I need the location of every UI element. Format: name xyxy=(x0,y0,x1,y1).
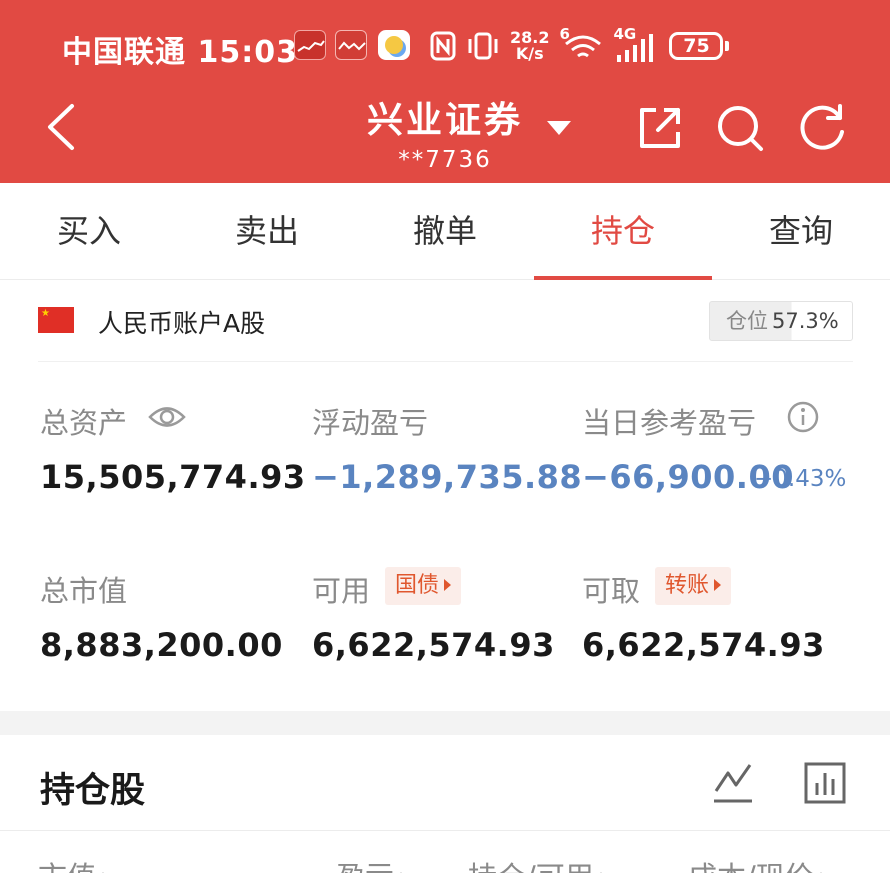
account-label: 人民币账户A股 xyxy=(98,309,266,338)
market-app-icon xyxy=(335,30,367,60)
tab-buy[interactable]: 买入 xyxy=(0,183,178,279)
battery-level: 75 xyxy=(669,32,724,60)
holdings-title: 持仓股 xyxy=(40,771,146,811)
total-assets-label: 总资产 xyxy=(40,406,128,440)
back-button[interactable] xyxy=(40,100,84,154)
col-market-value[interactable]: 市值 xyxy=(38,854,109,873)
search-button[interactable] xyxy=(714,102,766,154)
carrier-time: 中国联通 15:03 xyxy=(62,35,298,70)
trend-chart-button[interactable] xyxy=(710,761,756,805)
tab-query[interactable]: 查询 xyxy=(712,183,890,279)
daily-pl-label: 当日参考盈亏 xyxy=(582,406,757,440)
page-title: 兴业证券 xyxy=(366,100,523,141)
app-header: 中国联通 15:03 28.2 K/s 6 4G 75 兴业证券 **7736 xyxy=(0,0,890,183)
position-ratio-badge: 仓位 57.3% xyxy=(709,301,853,341)
battery-indicator: 75 xyxy=(669,32,730,60)
nav-bar: 兴业证券 **7736 xyxy=(0,88,890,183)
tab-sell[interactable]: 卖出 xyxy=(178,183,356,279)
share-button[interactable] xyxy=(634,102,686,154)
position-value: 57.3% xyxy=(772,309,839,333)
available-value: 6,622,574.93 xyxy=(312,626,555,664)
daily-pl-percent: −0.43% xyxy=(754,466,847,492)
treasury-bond-button[interactable]: 国债 xyxy=(385,567,462,605)
cellular-icon: 4G xyxy=(613,25,659,63)
tab-cancel[interactable]: 撤单 xyxy=(356,183,534,279)
position-label: 仓位 xyxy=(726,309,768,333)
total-assets-value: 15,505,774.93 xyxy=(40,458,306,496)
holdings-header: 持仓股 xyxy=(0,735,890,831)
wifi-icon: 6 xyxy=(559,25,603,63)
account-row: ★ 人民币账户A股 仓位 57.3% xyxy=(38,282,853,362)
col-holding-available-label: 持仓/可用 xyxy=(468,860,594,873)
nfc-icon xyxy=(430,31,456,61)
net-speed-unit: K/s xyxy=(515,44,544,63)
transfer-button[interactable]: 转账 xyxy=(655,567,732,605)
market-value-value: 8,883,200.00 xyxy=(40,626,283,664)
china-flag-icon: ★ xyxy=(38,307,74,333)
col-profit-loss[interactable]: 盈亏 xyxy=(336,854,407,873)
col-cost-price[interactable]: 成本/现价 xyxy=(688,854,826,873)
vibrate-icon xyxy=(468,32,498,60)
net-speed: 28.2 K/s xyxy=(510,30,549,62)
transfer-label: 转账 xyxy=(665,573,710,598)
col-holding-available[interactable]: 持仓/可用 xyxy=(468,854,606,873)
withdrawable-value: 6,622,574.93 xyxy=(582,626,825,664)
account-switcher[interactable]: 兴业证券 **7736 xyxy=(340,88,550,173)
caret-right-icon xyxy=(714,579,722,591)
tab-positions[interactable]: 持仓 xyxy=(534,183,712,280)
caret-down-icon[interactable] xyxy=(544,118,574,138)
info-icon[interactable] xyxy=(786,400,820,434)
section-divider xyxy=(0,711,890,735)
weather-app-icon xyxy=(378,30,410,60)
floating-pl-label: 浮动盈亏 xyxy=(312,406,429,440)
treasury-bond-label: 国债 xyxy=(395,573,440,598)
caret-right-icon xyxy=(444,579,452,591)
status-bar: 中国联通 15:03 28.2 K/s 6 4G 75 xyxy=(0,0,890,90)
col-cost-price-label: 成本/现价 xyxy=(688,860,814,873)
trade-tabs: 买入 卖出 撤单 持仓 查询 xyxy=(0,183,890,280)
floating-pl-value: −1,289,735.88 xyxy=(312,458,583,496)
eye-icon[interactable] xyxy=(148,400,186,434)
battery-cap xyxy=(725,41,730,51)
available-label: 可用 xyxy=(312,574,371,608)
bar-chart-button[interactable] xyxy=(803,761,847,805)
refresh-button[interactable] xyxy=(796,102,848,154)
stock-app-icon xyxy=(294,30,326,60)
withdrawable-label: 可取 xyxy=(582,574,641,608)
col-market-value-label: 市值 xyxy=(38,860,96,873)
col-profit-loss-label: 盈亏 xyxy=(336,860,394,873)
account-number: **7736 xyxy=(398,147,492,173)
holdings-column-headers: 市值 盈亏 持仓/可用 成本/现价 xyxy=(0,832,890,873)
market-value-label: 总市值 xyxy=(40,574,128,608)
